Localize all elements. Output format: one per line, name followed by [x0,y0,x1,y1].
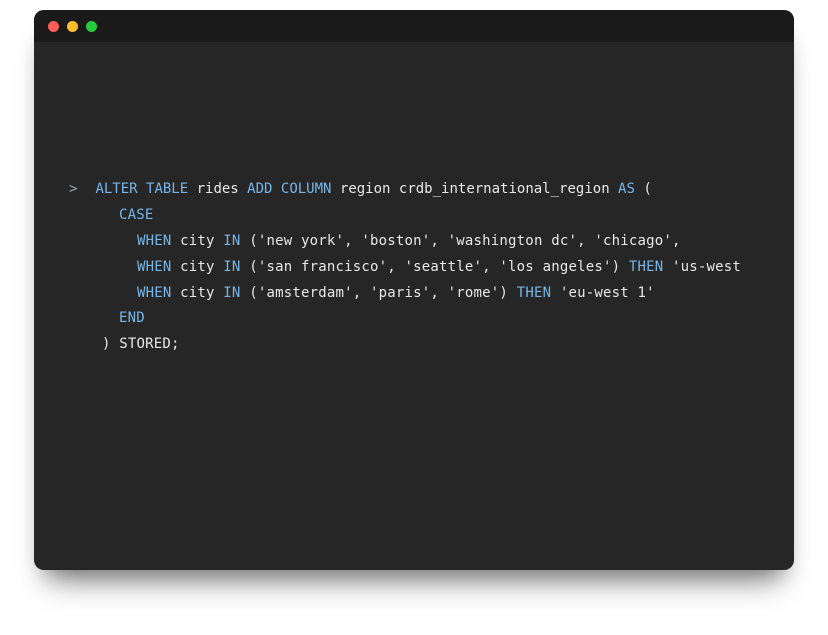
keyword: END [119,310,145,326]
keyword: THEN [517,285,552,301]
keyword: WHEN [137,285,172,301]
minimize-button[interactable] [67,21,78,32]
terminal-body[interactable]: > ALTER TABLE rides ADD COLUMN region cr… [34,42,794,378]
keyword: AS [618,181,635,197]
keyword: IN [223,285,240,301]
prompt-symbol: > [69,177,77,203]
code-line: CASE [69,203,764,229]
code-text: ( [635,181,652,197]
keyword: CASE [119,207,154,223]
keyword: IN [223,259,240,275]
code-line: > ALTER TABLE rides ADD COLUMN region cr… [69,177,764,203]
maximize-button[interactable] [86,21,97,32]
close-button[interactable] [48,21,59,32]
code-line: ) STORED; [69,332,764,358]
keyword: ADD COLUMN [247,181,331,197]
code-text: region crdb_international_region [331,181,618,197]
keyword: WHEN [137,259,172,275]
code-line: WHEN city IN ('amsterdam', 'paris', 'rom… [69,281,764,307]
code-text: ('san francisco', 'seattle', 'los angele… [241,259,629,275]
code-text: city [172,259,224,275]
terminal-window: > ALTER TABLE rides ADD COLUMN region cr… [34,10,794,570]
code-text: 'us-west [663,259,741,275]
code-line: END [69,306,764,332]
titlebar [34,10,794,42]
code-line: WHEN city IN ('san francisco', 'seattle'… [69,255,764,281]
code-text: ) STORED; [102,336,180,352]
keyword: IN [223,233,240,249]
code-text: rides [188,181,247,197]
code-text: ('new york', 'boston', 'washington dc', … [241,233,681,249]
code-text: 'eu-west 1' [551,285,655,301]
keyword: ALTER TABLE [95,181,188,197]
keyword: WHEN [137,233,172,249]
code-text: city [172,233,224,249]
code-text: ('amsterdam', 'paris', 'rome') [241,285,517,301]
code-line: WHEN city IN ('new york', 'boston', 'was… [69,229,764,255]
code-content: ALTER TABLE rides ADD COLUMN region crdb… [95,177,764,203]
code-text: city [172,285,224,301]
keyword: THEN [629,259,664,275]
